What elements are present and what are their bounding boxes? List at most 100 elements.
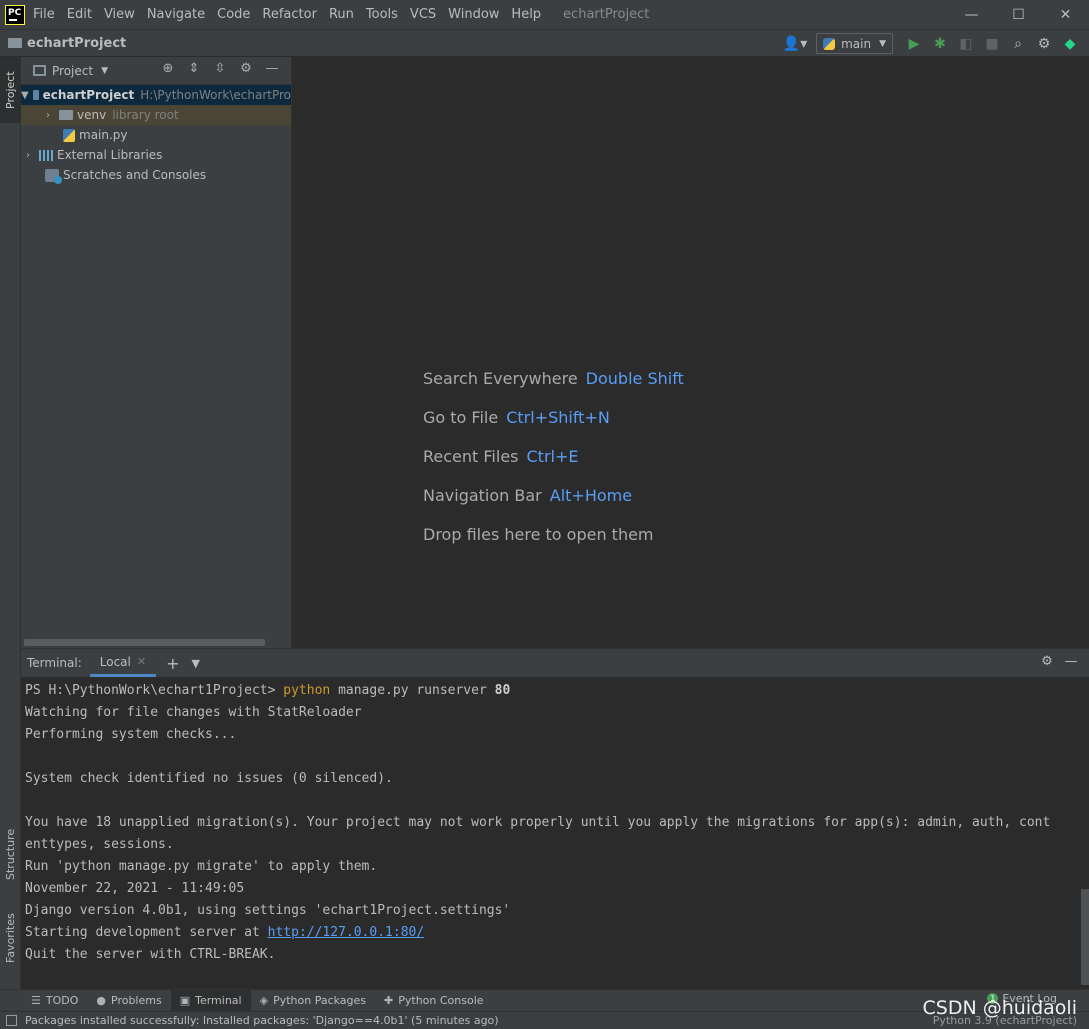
tool-problems-label: Problems — [111, 994, 162, 1007]
hint-shortcut: Alt+Home — [549, 486, 633, 505]
title-bar: PC File Edit View Navigate Code Refactor… — [0, 0, 1089, 29]
server-url-link[interactable]: http://127.0.0.1:80/ — [268, 925, 425, 940]
hide-icon[interactable]: — — [259, 61, 285, 76]
new-tab-icon[interactable]: + — [166, 654, 179, 673]
chevron-down-icon[interactable]: ▼ — [101, 66, 108, 76]
user-icon[interactable]: 👤▾ — [782, 34, 808, 54]
terminal-prompt: PS H:\PythonWork\echart1Project> — [25, 683, 284, 698]
terminal-output[interactable]: PS H:\PythonWork\echart1Project> python … — [21, 677, 1089, 966]
terminal-header: Terminal: Local ✕ + ▼ ⚙ — — [21, 649, 1089, 677]
tree-root[interactable]: ▼ echartProject H:\PythonWork\echartPro — [21, 85, 291, 105]
menu-edit[interactable]: Edit — [67, 7, 92, 22]
terminal-line: PS H:\PythonWork\echart1Project> python … — [25, 680, 1089, 702]
hint-search-everywhere: Search Everywhere Double Shift — [423, 369, 684, 388]
hint-shortcut: Double Shift — [585, 369, 684, 388]
library-icon — [39, 149, 53, 161]
debug-icon[interactable]: ✱ — [927, 34, 953, 54]
run-config-label: main — [841, 36, 872, 51]
python-console-icon: ✚ — [384, 994, 394, 1007]
editor-empty-area[interactable]: Search Everywhere Double Shift Go to File… — [293, 57, 1089, 648]
terminal-line: Django version 4.0b1, using settings 'ec… — [25, 903, 511, 918]
expand-all-icon[interactable]: ⇕ — [181, 61, 207, 76]
coverage-icon[interactable]: ◧ — [953, 34, 979, 54]
menu-file[interactable]: File — [33, 7, 55, 22]
locate-icon[interactable]: ⊕ — [155, 61, 181, 76]
tab-favorites[interactable]: Favorites — [0, 902, 21, 974]
jetbrains-toolbox-icon[interactable]: ◆ — [1057, 34, 1083, 54]
project-panel: Project ▼ ⊕ ⇕ ⇳ ⚙ — ▼ echartProject H:\P… — [21, 57, 292, 648]
menu-window[interactable]: Window — [448, 7, 499, 22]
chevron-down-icon[interactable]: ▼ — [192, 657, 200, 670]
chevron-down-icon: ▼ — [879, 38, 886, 49]
tab-local[interactable]: Local ✕ — [89, 649, 157, 677]
close-button[interactable]: ✕ — [1042, 0, 1089, 29]
menu-run[interactable]: Run — [329, 7, 354, 22]
menu-code[interactable]: Code — [217, 7, 250, 22]
command-args: manage.py runserver — [330, 683, 495, 698]
hint-label: Search Everywhere — [423, 369, 578, 388]
tool-problems[interactable]: ● Problems — [87, 990, 170, 1012]
menu-vcs[interactable]: VCS — [410, 7, 436, 22]
tab-project[interactable]: Project — [0, 57, 21, 123]
menu-view[interactable]: View — [104, 7, 135, 22]
tree-item-scratches-label: Scratches and Consoles — [63, 168, 207, 182]
close-tab-icon[interactable]: ✕ — [137, 655, 146, 668]
terminal-line: System check identified no issues (0 sil… — [25, 771, 393, 786]
run-icon[interactable]: ▶ — [901, 34, 927, 54]
horizontal-scrollbar[interactable] — [24, 639, 265, 646]
vertical-scrollbar[interactable] — [1081, 889, 1089, 985]
pycharm-logo-icon: PC — [5, 4, 25, 25]
main-menu: File Edit View Navigate Code Refactor Ru… — [33, 7, 553, 22]
tool-python-console[interactable]: ✚ Python Console — [375, 990, 493, 1012]
hint-shortcut: Ctrl+E — [526, 447, 579, 466]
tree-item-scratches[interactable]: Scratches and Consoles — [21, 165, 291, 185]
toggle-tool-windows-icon[interactable] — [6, 1015, 17, 1026]
hint-label: Recent Files — [423, 447, 519, 466]
gear-icon[interactable]: ⚙ — [1035, 654, 1059, 669]
tree-item-external-libraries[interactable]: › External Libraries — [21, 145, 291, 165]
hint-recent-files: Recent Files Ctrl+E — [423, 447, 578, 466]
tab-local-label: Local — [99, 654, 131, 669]
chevron-right-icon[interactable]: › — [21, 150, 35, 161]
tree-root-name: echartProject — [42, 88, 135, 102]
terminal-line: Performing system checks... — [25, 727, 237, 742]
stop-icon[interactable]: ■ — [979, 34, 1005, 54]
menu-help[interactable]: Help — [511, 7, 541, 22]
tree-item-main-label: main.py — [79, 128, 128, 142]
project-panel-header: Project ▼ ⊕ ⇕ ⇳ ⚙ — — [21, 57, 291, 85]
tab-structure[interactable]: Structure — [0, 819, 21, 889]
tool-terminal-label: Terminal — [195, 994, 242, 1007]
menu-refactor[interactable]: Refactor — [262, 7, 317, 22]
terminal-line: enttypes, sessions. — [25, 837, 174, 852]
tool-python-packages-label: Python Packages — [273, 994, 367, 1007]
menu-navigate[interactable]: Navigate — [147, 7, 205, 22]
hint-navigation-bar: Navigation Bar Alt+Home — [423, 486, 632, 505]
project-view-select[interactable]: Project — [52, 64, 93, 78]
tree-item-main-py[interactable]: main.py — [21, 125, 291, 145]
hide-icon[interactable]: — — [1059, 654, 1083, 669]
status-message[interactable]: Packages installed successfully: Install… — [25, 1014, 499, 1027]
command-port: 80 — [494, 683, 511, 698]
tool-python-packages[interactable]: ◈ Python Packages — [251, 990, 375, 1012]
tree-item-venv[interactable]: › venv library root — [21, 105, 291, 125]
maximize-button[interactable]: ☐ — [995, 0, 1042, 29]
menu-tools[interactable]: Tools — [366, 7, 398, 22]
tool-todo[interactable]: ☰ TODO — [22, 990, 87, 1012]
breadcrumb-project[interactable]: echartProject — [27, 36, 126, 51]
expand-arrow-icon[interactable]: ▼ — [21, 90, 29, 101]
list-icon: ☰ — [31, 994, 41, 1007]
gear-icon[interactable]: ⚙ — [1031, 34, 1057, 54]
tool-terminal[interactable]: ▣ Terminal — [170, 989, 251, 1012]
run-configuration-select[interactable]: main ▼ — [816, 33, 893, 54]
layers-icon: ◈ — [259, 994, 269, 1007]
collapse-all-icon[interactable]: ⇳ — [207, 61, 233, 76]
folder-icon — [59, 110, 73, 120]
terminal-line: Quit the server with CTRL-BREAK. — [25, 947, 276, 962]
search-icon[interactable]: ⌕ — [1005, 34, 1031, 54]
gear-icon[interactable]: ⚙ — [233, 61, 259, 76]
minimize-button[interactable]: — — [948, 0, 995, 29]
watermark: CSDN @huidaoli — [922, 997, 1077, 1019]
chevron-right-icon[interactable]: › — [41, 110, 55, 121]
